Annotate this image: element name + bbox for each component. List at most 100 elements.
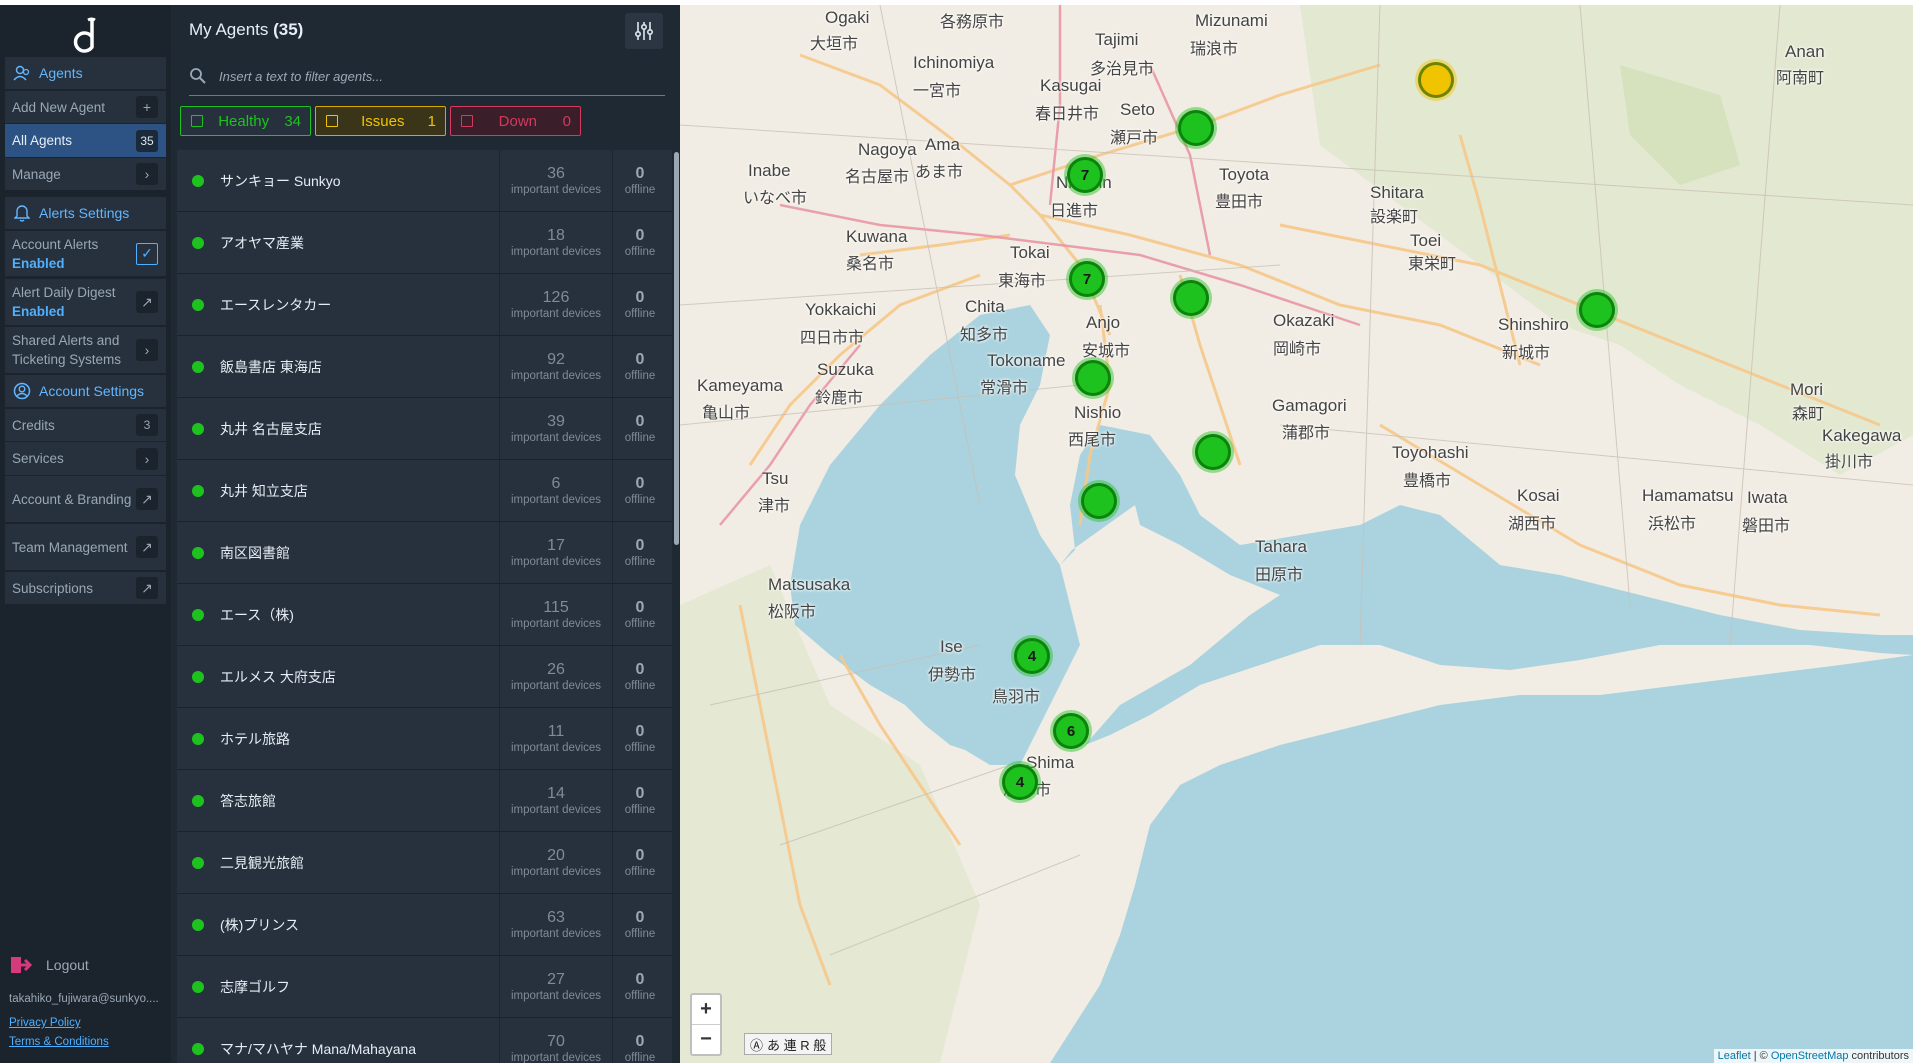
map-place-label: 大垣市 [810, 36, 859, 53]
map-place-label: Toei [1410, 231, 1442, 250]
map-marker-healthy[interactable]: 7 [1067, 157, 1103, 193]
offline-count: 0 [635, 537, 645, 554]
external-link-icon[interactable]: ↗ [136, 536, 158, 558]
attribution-separator: | © [1750, 1050, 1771, 1062]
agent-row[interactable]: 二見観光旅館 20 important devices 0 offline [177, 832, 672, 894]
app-logo[interactable] [70, 17, 104, 57]
down-checkbox[interactable] [461, 115, 473, 127]
offline-cell: 0 offline [612, 894, 667, 955]
shared-alerts-item[interactable]: Shared Alerts and Ticketing Systems › [5, 327, 166, 373]
osm-link[interactable]: OpenStreetMap [1771, 1050, 1849, 1062]
credits-item[interactable]: Credits 3 [5, 409, 166, 441]
agent-row[interactable]: エース（株) 115 important devices 0 offline [177, 584, 672, 646]
map-marker-healthy[interactable] [1195, 434, 1231, 470]
important-devices-cell: 70 important devices [499, 1018, 612, 1063]
add-new-agent-label: Add New Agent [12, 99, 106, 115]
agent-row[interactable]: エースレンタカー 126 important devices 0 offline [177, 274, 672, 336]
status-dot [192, 608, 204, 621]
external-link-icon[interactable]: ↗ [136, 577, 158, 599]
map-place-label: 亀山市 [702, 405, 751, 422]
agent-list-scrollbar[interactable] [674, 152, 679, 545]
agent-map[interactable]: Ogaki 大垣市 各務原市 Mizunami 瑞浪市 Tajimi 多治見市 Ichinom… [680, 5, 1913, 1063]
map-marker-healthy[interactable]: 4 [1014, 638, 1050, 674]
offline-count: 0 [635, 475, 645, 492]
account-section-header[interactable]: Account Settings [5, 375, 166, 407]
terms-link[interactable]: Terms & Conditions [9, 1036, 109, 1048]
chevron-right-icon[interactable]: › [136, 447, 158, 470]
offline-label: offline [624, 618, 656, 630]
account-branding-item[interactable]: Account & Branding ↗ [5, 476, 166, 522]
map-marker-healthy[interactable]: 4 [1002, 764, 1038, 800]
agents-section-header[interactable]: Agents [5, 57, 166, 89]
team-management-label: Team Management [12, 539, 128, 555]
status-dot [192, 1042, 204, 1055]
map-marker-healthy[interactable] [1173, 280, 1209, 316]
map-marker-healthy[interactable]: 7 [1069, 261, 1105, 297]
map-marker-healthy[interactable] [1075, 360, 1111, 396]
agent-row[interactable]: (株)プリンス 63 important devices 0 offline [177, 894, 672, 956]
agent-row[interactable]: マナ/マハヤナ Mana/Mahayana 70 important devices… [177, 1018, 672, 1063]
agent-row[interactable]: ホテル旅路 11 important devices 0 offline [177, 708, 672, 770]
status-dot [192, 670, 204, 683]
map-marker-healthy[interactable] [1081, 483, 1117, 519]
agent-row[interactable]: 南区図書館 17 important devices 0 offline [177, 522, 672, 584]
daily-digest-item[interactable]: Alert Daily Digest Enabled ↗ [5, 279, 166, 325]
filter-settings-button[interactable] [625, 13, 663, 49]
daily-digest-title: Alert Daily Digest [12, 285, 116, 300]
plus-icon[interactable]: + [136, 96, 158, 118]
map-place-label: 瑞浪市 [1190, 41, 1239, 58]
down-label: Down [498, 112, 537, 130]
logout-icon [11, 957, 32, 973]
leaflet-link[interactable]: Leaflet [1718, 1050, 1751, 1062]
agent-row[interactable]: エルメス 大府支店 26 important devices 0 offline [177, 646, 672, 708]
account-section-label: Account Settings [39, 383, 145, 399]
offline-count: 0 [635, 227, 645, 244]
all-agents-item[interactable]: All Agents 35 [5, 124, 166, 157]
map-marker-issue[interactable] [1418, 62, 1454, 98]
add-new-agent-item[interactable]: Add New Agent + [5, 91, 166, 123]
subscriptions-item[interactable]: Subscriptions ↗ [5, 572, 166, 604]
map-place-label: 鈴鹿市 [815, 390, 864, 407]
agent-row[interactable]: 志摩ゴルフ 27 important devices 0 offline [177, 956, 672, 1018]
chevron-right-icon[interactable]: › [136, 339, 158, 361]
map-place-label: Kosai [1517, 486, 1560, 505]
ime-toolbar[interactable]: Ⓐ あ 連 R 般 [744, 1033, 833, 1055]
issues-checkbox[interactable] [326, 115, 338, 127]
manage-item[interactable]: Manage › [5, 158, 166, 190]
agent-row[interactable]: サンキョー Sunkyo 36 important devices 0 offline [177, 150, 672, 212]
down-filter[interactable]: Down 0 [450, 106, 581, 136]
important-devices-label: important devices [510, 556, 602, 568]
ime-mode-icon[interactable]: Ⓐ [750, 1035, 763, 1054]
map-marker-healthy[interactable]: 6 [1053, 713, 1089, 749]
agent-row[interactable]: 答志旅館 14 important devices 0 offline [177, 770, 672, 832]
alerts-section-header[interactable]: Alerts Settings [5, 197, 166, 229]
zoom-in-button[interactable]: + [692, 995, 720, 1024]
chevron-right-icon[interactable]: › [136, 163, 158, 185]
credits-label: Credits [12, 417, 55, 433]
map-place-label: Mori [1790, 380, 1824, 399]
agent-row[interactable]: 丸井 知立支店 6 important devices 0 offline [177, 460, 672, 522]
attribution-tail: contributors [1848, 1050, 1909, 1062]
map-marker-healthy[interactable] [1579, 292, 1615, 328]
privacy-policy-link[interactable]: Privacy Policy [9, 1017, 81, 1029]
agent-row[interactable]: 丸井 名古屋支店 39 important devices 0 offline [177, 398, 672, 460]
account-alerts-item[interactable]: Account Alerts Enabled ✓ [5, 231, 166, 276]
team-management-item[interactable]: Team Management ↗ [5, 524, 166, 570]
agent-search-input[interactable] [217, 67, 661, 85]
important-devices-label: important devices [510, 804, 602, 816]
map-marker-healthy[interactable] [1178, 110, 1214, 146]
zoom-out-button[interactable]: − [692, 1024, 720, 1054]
healthy-checkbox[interactable] [191, 115, 203, 127]
agent-row[interactable]: アオヤマ産業 18 important devices 0 offline [177, 212, 672, 274]
important-devices-label: important devices [510, 494, 602, 506]
external-link-icon[interactable]: ↗ [136, 488, 158, 510]
subscriptions-label: Subscriptions [12, 580, 94, 596]
important-devices-label: important devices [510, 990, 602, 1002]
account-alerts-checkbox[interactable]: ✓ [136, 242, 158, 265]
healthy-filter[interactable]: Healthy 34 [180, 106, 311, 136]
agent-row[interactable]: 飯島書店 東海店 92 important devices 0 offline [177, 336, 672, 398]
external-link-icon[interactable]: ↗ [136, 291, 158, 313]
issues-filter[interactable]: Issues 1 [315, 106, 446, 136]
logout-button[interactable]: Logout [10, 955, 89, 975]
services-item[interactable]: Services › [5, 442, 166, 475]
